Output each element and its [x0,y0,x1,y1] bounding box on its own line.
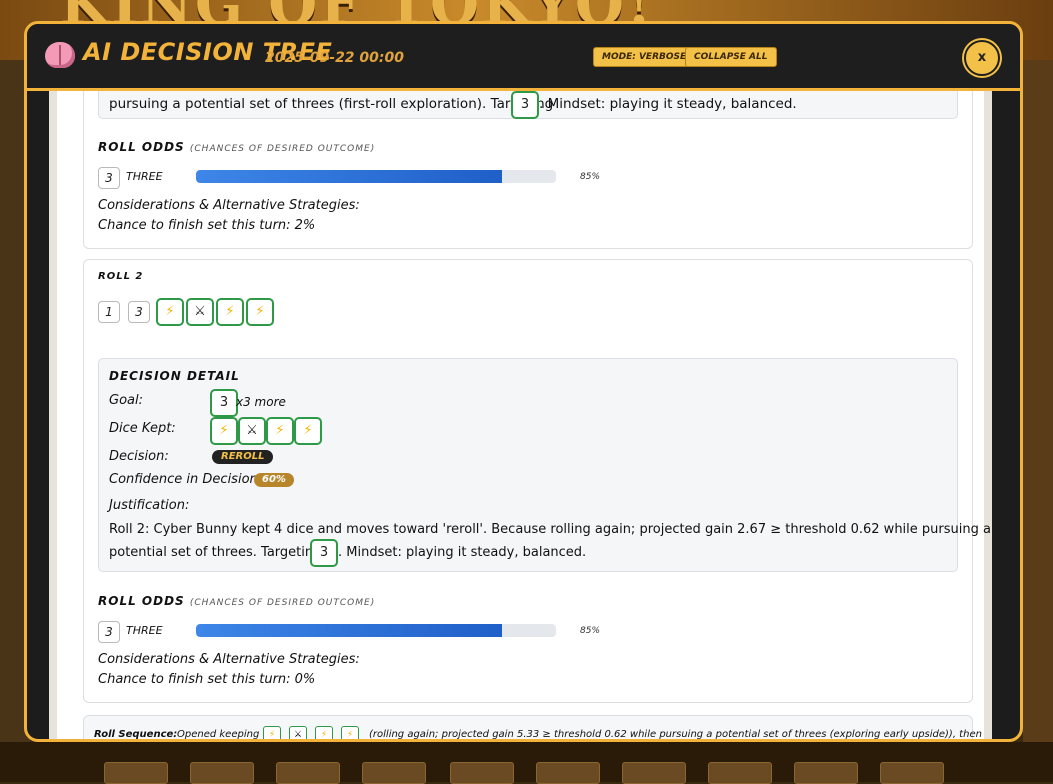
energy-die-icon: ⚡ [156,298,184,326]
target-die: 3 [310,539,338,567]
justification-line-2-pre: potential set of threes. Targeting [109,545,322,560]
odds-bar [196,170,556,183]
backdrop-button [362,762,426,784]
odds-label: THREE [126,170,163,183]
confidence-label: Confidence in Decision: [109,472,263,487]
roll-1-justification-pre: pursuing a potential set of threes (firs… [109,96,554,112]
odds-die: 3 [98,621,120,643]
decision-detail-title: DECISION DETAIL [109,369,240,383]
odds-bar [196,624,556,637]
odds-percent: 85% [580,172,601,182]
confidence-badge: 60% [254,473,294,487]
decision-detail-box: DECISION DETAIL Goal: 3 x3 more Dice Kep… [98,358,991,572]
close-button[interactable]: x [964,40,1000,76]
backdrop-button [104,762,168,784]
energy-die-icon: ⚡ [246,298,274,326]
energy-die-icon: ⚡ [341,726,359,739]
mode-verbose-button[interactable]: MODE: VERBOSE [593,47,696,67]
backdrop-button [708,762,772,784]
decision-label: Decision: [109,449,169,464]
goal-label: Goal: [109,393,143,408]
considerations-heading: Considerations & Alternative Strategies: [98,652,360,667]
roll-sequence-card: Roll Sequence: Opened keeping ⚡ ⚔ ⚡ ⚡ (r… [83,715,982,739]
claw-die-icon: ⚔ [186,298,214,326]
backdrop-button [794,762,858,784]
energy-die-icon: ⚡ [315,726,333,739]
backdrop-right [1023,60,1053,782]
claw-die-icon: ⚔ [289,726,307,739]
odds-bar-fill [196,170,502,183]
collapse-all-button[interactable]: COLLAPSE ALL [685,47,777,67]
considerations-heading: Considerations & Alternative Strategies: [98,198,360,213]
roll-1-justification-post: . Mindset: playing it steady, balanced. [539,96,797,112]
justification-label: Justification: [109,498,190,513]
justification-line-1: Roll 2: Cyber Bunny kept 4 dice and move… [109,522,991,537]
backdrop-button [450,762,514,784]
goal-suffix: x3 more [236,395,286,409]
dice-kept-label: Dice Kept: [109,421,176,436]
finish-chance: Chance to finish set this turn: 0% [98,672,316,687]
odds-die: 3 [98,167,120,189]
odds-bar-fill [196,624,502,637]
roll-sequence-label: Roll Sequence: [94,729,178,739]
energy-die-icon: ⚡ [294,417,322,445]
roll-1-card: pursuing a potential set of threes (firs… [83,91,973,249]
backdrop-button [622,762,686,784]
modal-header: AI DECISION TREE 2025-09-22 00:00 MODE: … [27,24,1020,91]
backdrop-button [536,762,600,784]
roll-sequence-pre: Opened keeping [177,729,260,739]
backdrop-button [190,762,254,784]
goal-die: 3 [210,389,238,417]
roll-2-card: ROLL 2 1 3 ⚡ ⚔ ⚡ ⚡ DECISION DETAIL Goal:… [83,259,991,703]
roll-1-detail-box: pursuing a potential set of threes (firs… [98,91,958,119]
roll-2-die: 1 [98,301,120,323]
claw-die-icon: ⚔ [238,417,266,445]
odds-percent: 85% [580,626,601,636]
energy-die-icon: ⚡ [216,298,244,326]
justification-line-2-post: . Mindset: playing it steady, balanced. [338,545,587,560]
roll-2-odds-title: ROLL ODDS (CHANCES OF DESIRED OUTCOME) [98,594,376,608]
backdrop-button [276,762,340,784]
backdrop-button [880,762,944,784]
brain-icon [45,42,75,68]
odds-label: THREE [126,624,163,637]
roll-2-die: 3 [128,301,150,323]
energy-die-icon: ⚡ [266,417,294,445]
modal-date: 2025-09-22 00:00 [265,50,404,66]
energy-die-icon: ⚡ [263,726,281,739]
ai-decision-tree-modal: AI DECISION TREE 2025-09-22 00:00 MODE: … [24,21,1023,742]
decision-badge: REROLL [212,450,274,464]
modal-body[interactable]: pursuing a potential set of threes (firs… [49,91,992,739]
roll-1-odds-title: ROLL ODDS (CHANCES OF DESIRED OUTCOME) [98,140,376,154]
roll-sequence-post: (rolling again; projected gain 5.33 ≥ th… [369,729,982,739]
energy-die-icon: ⚡ [210,417,238,445]
roll-2-title: ROLL 2 [98,271,144,282]
body-edge-left [49,91,57,739]
finish-chance: Chance to finish set this turn: 2% [98,218,316,233]
target-die: 3 [511,91,539,119]
body-edge-right [984,91,992,739]
